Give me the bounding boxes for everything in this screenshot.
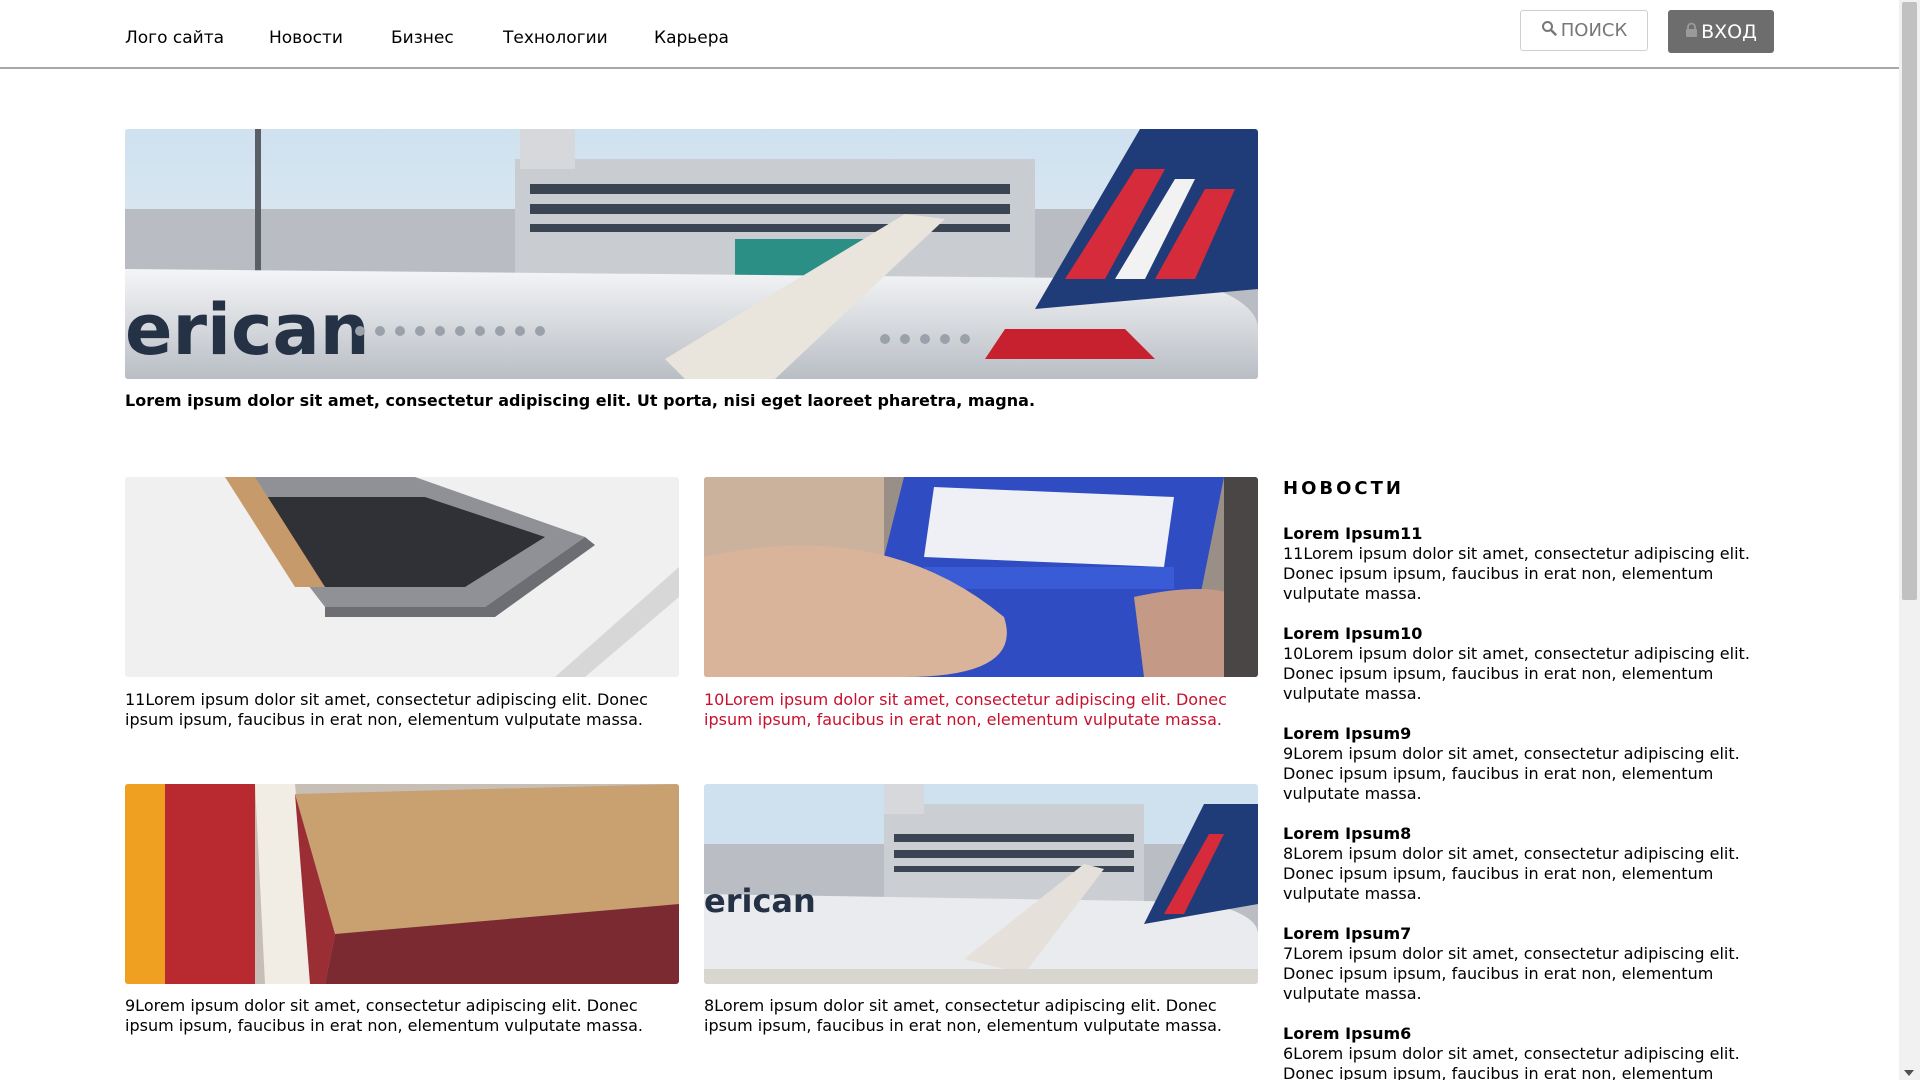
scroll-down-arrow-icon[interactable] <box>1904 1070 1914 1076</box>
news-item-title[interactable]: Lorem Ipsum9 <box>1283 724 1763 744</box>
news-item[interactable]: Lorem Ipsum11 11Lorem ipsum dolor sit am… <box>1283 524 1763 604</box>
card-image-phone[interactable] <box>704 477 1258 677</box>
news-item[interactable]: Lorem Ipsum8 8Lorem ipsum dolor sit amet… <box>1283 824 1763 904</box>
nav-news[interactable]: Новости <box>269 28 343 48</box>
hero-caption[interactable]: Lorem ipsum dolor sit amet, consectetur … <box>125 391 1255 410</box>
nav-technology[interactable]: Технологии <box>503 28 608 48</box>
search-icon <box>1541 20 1557 41</box>
svg-text:erican: erican <box>704 882 816 920</box>
card-caption-airplane[interactable]: 8Lorem ipsum dolor sit amet, consectetur… <box>704 996 1258 1036</box>
card-image-laptop[interactable] <box>125 477 679 677</box>
news-list: Lorem Ipsum11 11Lorem ipsum dolor sit am… <box>1283 524 1763 1080</box>
page-scrollbar[interactable] <box>1899 0 1920 1080</box>
news-item[interactable]: Lorem Ipsum7 7Lorem ipsum dolor sit amet… <box>1283 924 1763 1004</box>
site-header: Лого сайта Новости Бизнес Технологии Кар… <box>0 0 1899 69</box>
nav-logo[interactable]: Лого сайта <box>125 28 224 48</box>
login-label: ВХОД <box>1701 20 1757 43</box>
login-button[interactable]: ВХОД <box>1668 10 1774 53</box>
card-caption-phone[interactable]: 10Lorem ipsum dolor sit amet, consectetu… <box>704 690 1258 730</box>
hero-image[interactable]: erican <box>125 129 1258 379</box>
news-item[interactable]: Lorem Ipsum10 10Lorem ipsum dolor sit am… <box>1283 624 1763 704</box>
card-caption-laptop[interactable]: 11Lorem ipsum dolor sit amet, consectetu… <box>125 690 679 730</box>
card-caption-books[interactable]: 9Lorem ipsum dolor sit amet, consectetur… <box>125 996 679 1036</box>
news-item[interactable]: Lorem Ipsum9 9Lorem ipsum dolor sit amet… <box>1283 724 1763 804</box>
search-button[interactable]: ПОИСК <box>1520 10 1648 51</box>
news-item-text: 7Lorem ipsum dolor sit amet, consectetur… <box>1283 944 1740 1003</box>
news-item-text: 11Lorem ipsum dolor sit amet, consectetu… <box>1283 544 1750 603</box>
news-item-title[interactable]: Lorem Ipsum7 <box>1283 924 1763 944</box>
news-item-title[interactable]: Lorem Ipsum6 <box>1283 1024 1763 1044</box>
nav-career[interactable]: Карьера <box>654 28 729 48</box>
news-item-text: 8Lorem ipsum dolor sit amet, consectetur… <box>1283 844 1740 903</box>
news-item-title[interactable]: Lorem Ipsum11 <box>1283 524 1763 544</box>
sidebar-title: НОВОСТИ <box>1283 478 1404 499</box>
news-item-text: 9Lorem ipsum dolor sit amet, consectetur… <box>1283 744 1740 803</box>
news-item-text: 6Lorem ipsum dolor sit amet, consectetur… <box>1283 1044 1740 1080</box>
search-label: ПОИСК <box>1560 20 1628 41</box>
page: Лого сайта Новости Бизнес Технологии Кар… <box>0 0 1920 1080</box>
card-image-books[interactable] <box>125 784 679 984</box>
scroll-thumb[interactable] <box>1902 2 1917 600</box>
nav-business[interactable]: Бизнес <box>391 28 454 48</box>
svg-text:erican: erican <box>125 289 370 371</box>
news-item-text: 10Lorem ipsum dolor sit amet, consectetu… <box>1283 644 1750 703</box>
lock-icon <box>1685 21 1698 43</box>
news-item-title[interactable]: Lorem Ipsum8 <box>1283 824 1763 844</box>
news-item[interactable]: Lorem Ipsum6 6Lorem ipsum dolor sit amet… <box>1283 1024 1763 1080</box>
news-item-title[interactable]: Lorem Ipsum10 <box>1283 624 1763 644</box>
card-image-airplane[interactable]: erican <box>704 784 1258 984</box>
